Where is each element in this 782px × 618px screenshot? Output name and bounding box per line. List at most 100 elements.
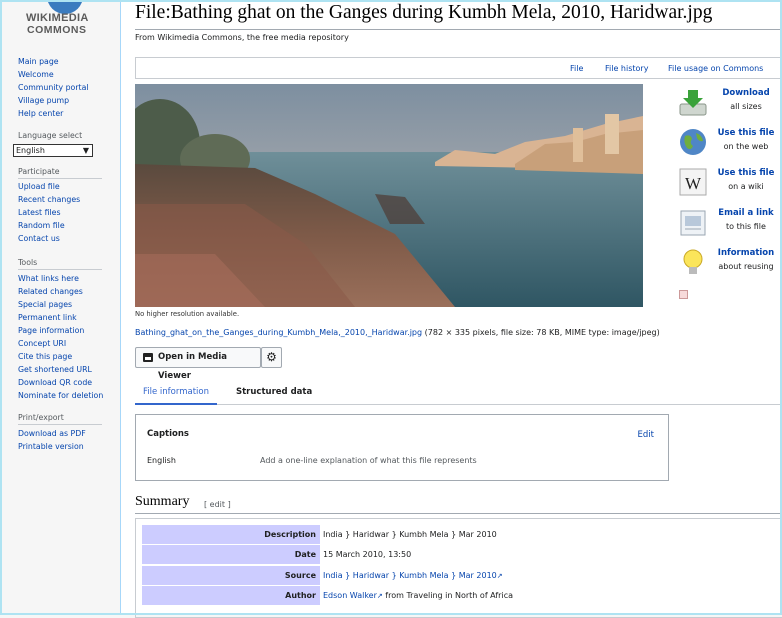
main-nav: Main page Welcome Community portal Villa… [18, 55, 89, 120]
summary-heading: Summary [135, 494, 190, 509]
captions-edit-link[interactable]: Edit [638, 430, 654, 440]
nav-cite-this-page[interactable]: Cite this page [18, 350, 103, 363]
gear-icon: ⚙ [266, 350, 277, 364]
action-information[interactable]: Information about reusing [677, 246, 777, 282]
file-info-line: Bathing_ghat_on_the_Ganges_during_Kumbh_… [135, 328, 660, 337]
action-subtitle: on a wiki [728, 182, 764, 191]
image-icon [143, 353, 153, 362]
caption-language: English [147, 456, 176, 465]
action-email-link[interactable]: Email a link to this file [677, 206, 777, 242]
nav-download-pdf[interactable]: Download as PDF [18, 427, 86, 440]
wikimedia-commons-logo[interactable]: WIKIMEDIA COMMONS [22, 0, 102, 40]
action-title: Email a link [718, 208, 774, 218]
action-use-wiki[interactable]: W Use this file on a wiki [677, 166, 777, 202]
nav-download-qr-code[interactable]: Download QR code [18, 376, 103, 389]
content-tabs: File information Structured data [135, 382, 782, 405]
settings-button[interactable]: ⚙ [261, 347, 282, 368]
file-details: (782 × 335 pixels, file size: 78 KB, MIM… [422, 328, 660, 337]
file-tabs-bar: File File history File usage on Commons [135, 57, 782, 79]
action-subtitle: on the web [723, 142, 769, 151]
tab-file-history[interactable]: File history [605, 64, 648, 73]
svg-text:W: W [685, 174, 702, 193]
action-subtitle: about reusing [718, 262, 774, 271]
summary-divider [135, 513, 782, 514]
title-divider [135, 29, 780, 30]
nav-random-file[interactable]: Random file [18, 219, 80, 232]
nav-related-changes[interactable]: Related changes [18, 285, 103, 298]
source-link[interactable]: India } Haridwar } Kumbh Mela } Mar 2010 [323, 571, 497, 580]
action-use-web[interactable]: Use this file on the web [677, 126, 777, 162]
logo-line-2: COMMONS [27, 24, 87, 36]
file-image[interactable] [135, 84, 643, 307]
action-subtitle: all sizes [730, 102, 762, 111]
print-nav: Download as PDF Printable version [18, 427, 86, 453]
open-media-viewer-label: Open in Media Viewer [158, 352, 227, 381]
file-name-link[interactable]: Bathing_ghat_on_the_Ganges_during_Kumbh_… [135, 328, 422, 337]
nav-get-shortened-url[interactable]: Get shortened URL [18, 363, 103, 376]
nav-concept-uri[interactable]: Concept URI [18, 337, 103, 350]
participate-nav: Upload file Recent changes Latest files … [18, 180, 80, 245]
nav-help-center[interactable]: Help center [18, 107, 89, 120]
page-title: File:Bathing ghat on the Ganges during K… [135, 2, 713, 23]
participate-heading: Participate [18, 167, 60, 176]
nav-main-page[interactable]: Main page [18, 55, 89, 68]
caption-placeholder[interactable]: Add a one-line explanation of what this … [260, 456, 477, 465]
nav-village-pump[interactable]: Village pump [18, 94, 89, 107]
summary-row-author: Author Edson Walker↗ from Traveling in N… [142, 586, 782, 605]
row-value: Edson Walker↗ from Traveling in North of… [323, 586, 513, 606]
divider [18, 178, 102, 179]
nav-what-links-here[interactable]: What links here [18, 272, 103, 285]
page-tagline: From Wikimedia Commons, the free media r… [135, 33, 349, 42]
action-title: Information [717, 248, 775, 258]
nav-community-portal[interactable]: Community portal [18, 81, 89, 94]
nav-nominate-for-deletion[interactable]: Nominate for deletion [18, 389, 103, 402]
action-subtitle: to this file [726, 222, 766, 231]
action-download[interactable]: Download all sizes [677, 86, 777, 122]
row-value: India } Haridwar } Kumbh Mela } Mar 2010… [323, 566, 503, 586]
tab-structured-data[interactable]: Structured data [236, 387, 312, 397]
sidebar: WIKIMEDIA COMMONS Main page Welcome Comm… [0, 0, 120, 615]
download-icon [679, 90, 707, 116]
row-key: Source [142, 566, 320, 585]
summary-row-date: Date 15 March 2010, 13:50 [142, 545, 782, 564]
external-link-icon: ↗ [496, 572, 503, 580]
row-value: 15 March 2010, 13:50 [323, 550, 412, 559]
nav-permanent-link[interactable]: Permanent link [18, 311, 103, 324]
divider [18, 424, 102, 425]
nav-upload-file[interactable]: Upload file [18, 180, 80, 193]
nav-latest-files[interactable]: Latest files [18, 206, 80, 219]
chevron-down-icon: ▼ [82, 146, 89, 155]
logo-line-1: WIKIMEDIA [26, 12, 89, 24]
captions-heading: Captions [147, 429, 189, 439]
nav-recent-changes[interactable]: Recent changes [18, 193, 80, 206]
language-heading: Language select [18, 131, 83, 140]
summary-edit-link[interactable]: [ edit ] [204, 500, 231, 509]
nav-page-information[interactable]: Page information [18, 324, 103, 337]
content-area: File:Bathing ghat on the Ganges during K… [120, 0, 782, 618]
email-icon [680, 210, 706, 236]
tab-file-usage[interactable]: File usage on Commons [668, 64, 763, 73]
author-link[interactable]: Edson Walker [323, 591, 377, 600]
nav-contact-us[interactable]: Contact us [18, 232, 80, 245]
nav-printable-version[interactable]: Printable version [18, 440, 86, 453]
summary-table: Description India } Haridwar } Kumbh Mel… [135, 518, 782, 618]
no-higher-resolution-note: No higher resolution available. [135, 310, 240, 318]
tab-file-information[interactable]: File information [135, 382, 217, 405]
lightbulb-icon [683, 249, 703, 274]
captions-panel: Captions Edit English Add a one-line exp… [135, 414, 669, 481]
row-key: Date [142, 545, 320, 564]
broken-image-icon [679, 290, 688, 299]
summary-row-description: Description India } Haridwar } Kumbh Mel… [142, 525, 782, 544]
action-title: Use this file [717, 168, 775, 178]
open-media-viewer-button[interactable]: Open in Media Viewer [135, 347, 261, 381]
nav-special-pages[interactable]: Special pages [18, 298, 103, 311]
author-suffix: from Traveling in North of Africa [382, 591, 513, 600]
tab-file[interactable]: File [570, 64, 583, 73]
language-select-value: English [16, 146, 45, 155]
nav-welcome[interactable]: Welcome [18, 68, 89, 81]
tools-heading: Tools [18, 258, 38, 267]
language-select[interactable]: English ▼ [13, 144, 93, 157]
globe-icon [680, 129, 706, 155]
action-title: Download [722, 88, 770, 98]
tools-nav: What links here Related changes Special … [18, 272, 103, 402]
